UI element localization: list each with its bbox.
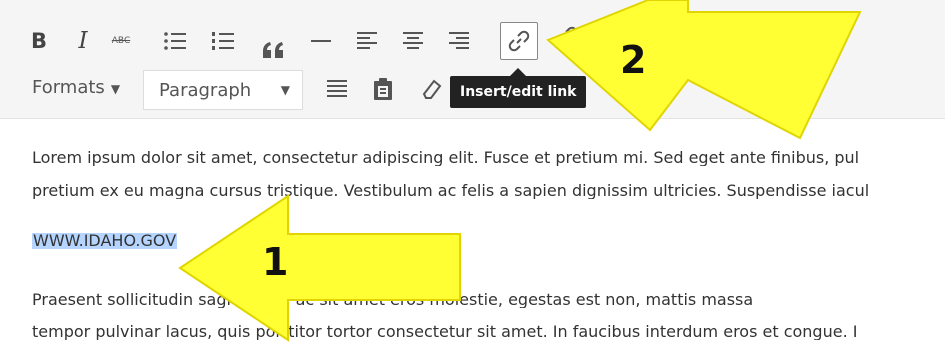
bold-button[interactable]: B (22, 24, 56, 58)
chevron-down-icon: ▼ (280, 83, 290, 97)
tooltip-insert-link: Insert/edit link (450, 68, 587, 108)
horizontal-line-button[interactable] (304, 24, 338, 58)
numbered-list-button[interactable] (206, 24, 240, 58)
align-left-icon (357, 32, 377, 49)
bulleted-list-button[interactable] (158, 24, 192, 58)
clear-formatting-button[interactable] (414, 72, 448, 106)
align-right-button[interactable] (442, 24, 476, 58)
align-center-button[interactable] (396, 24, 430, 58)
link-icon (508, 30, 530, 52)
horizontal-line-icon (311, 40, 331, 42)
unlink-icon (556, 26, 578, 48)
formats-label: Formats (32, 77, 105, 98)
paragraph-2: pretium ex eu magna cursus tristique. Ve… (32, 183, 870, 199)
unlink-button[interactable] (550, 20, 584, 54)
selected-link-text[interactable]: WWW.IDAHO.GOV (32, 233, 178, 249)
chevron-down-icon: ▼ (110, 82, 121, 96)
paragraph-select-value: Paragraph (159, 79, 252, 101)
paste-text-button[interactable] (366, 72, 400, 106)
step-2-label: 2 (620, 38, 647, 82)
formats-menu[interactable]: Formats ▼ (32, 77, 120, 98)
eraser-icon (422, 79, 442, 99)
paragraph-select[interactable]: Paragraph ▼ (143, 70, 303, 110)
align-right-icon (449, 32, 469, 49)
insert-link-button[interactable] (500, 22, 538, 60)
blockquote-icon (263, 42, 283, 58)
blockquote-button[interactable] (256, 24, 290, 68)
clipboard-icon (374, 78, 392, 100)
strikethrough-button[interactable]: ABC (104, 24, 138, 58)
paragraph-5: tempor pulvinar lacus, quis porttitor to… (32, 324, 858, 340)
align-left-button[interactable] (350, 24, 384, 58)
italic-button[interactable]: I (66, 24, 100, 58)
align-center-icon (403, 32, 423, 49)
paragraph-1: Lorem ipsum dolor sit amet, consectetur … (32, 150, 860, 166)
editor-toolbar: B I ABC Formats ▼ Paragraph ▼ Insert/edi… (0, 0, 945, 119)
kitchen-sink-icon (327, 80, 347, 97)
toolbar-toggle-button[interactable] (320, 72, 354, 106)
bullet-list-icon (164, 32, 186, 50)
arrow-1 (178, 194, 461, 342)
step-1-label: 1 (262, 240, 289, 284)
paragraph-4: Praesent sollicitudin sagittis leo, ac s… (32, 292, 754, 308)
numbered-list-icon (212, 32, 234, 50)
